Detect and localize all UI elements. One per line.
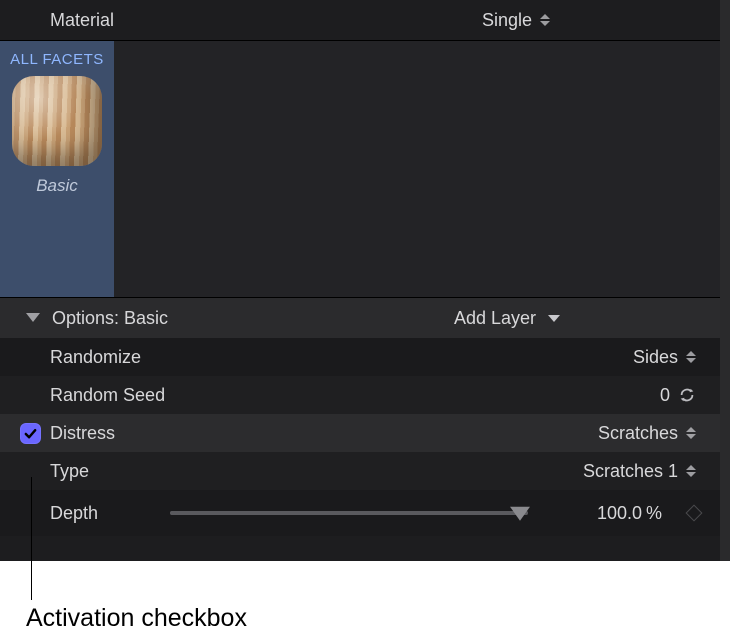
randomize-popup[interactable]: Sides — [550, 347, 710, 368]
add-layer-popup[interactable]: Add Layer — [454, 308, 710, 329]
updown-icon — [686, 463, 696, 479]
facet-tab-title: ALL FACETS — [10, 51, 104, 68]
material-swatch[interactable] — [12, 76, 102, 166]
options-header-row[interactable]: Options: Basic Add Layer — [0, 298, 720, 338]
material-popup[interactable]: Single — [482, 10, 670, 31]
random-seed-field[interactable]: 0 — [550, 385, 710, 406]
distress-activation-checkbox[interactable] — [20, 423, 41, 444]
random-seed-row: Random Seed 0 — [0, 376, 720, 414]
distress-label: Distress — [50, 423, 250, 444]
type-value: Scratches 1 — [583, 461, 678, 482]
disclosure-triangle-icon[interactable] — [26, 313, 40, 322]
slider-fill — [170, 511, 528, 515]
randomize-label: Randomize — [50, 347, 250, 368]
type-label: Type — [50, 461, 250, 482]
material-value: Single — [482, 10, 532, 31]
slider-thumb-icon[interactable] — [510, 507, 530, 521]
depth-value[interactable]: 100.0 — [546, 503, 646, 524]
type-row: Type Scratches 1 — [0, 452, 720, 490]
depth-unit: % — [646, 503, 670, 524]
random-seed-value: 0 — [660, 385, 670, 406]
material-swatch-name: Basic — [36, 176, 78, 196]
material-inspector-panel: Material Single ALL FACETS Basic Options… — [0, 0, 730, 561]
facets-block: ALL FACETS Basic — [0, 40, 720, 298]
distress-row: Distress Scratches — [0, 414, 720, 452]
add-layer-label: Add Layer — [454, 308, 536, 329]
updown-icon — [686, 349, 696, 365]
annotation-text: Activation checkbox — [26, 604, 247, 633]
facet-tab-all[interactable]: ALL FACETS Basic — [0, 41, 114, 297]
distress-value: Scratches — [598, 423, 678, 444]
slider-track — [170, 511, 528, 515]
distress-popup[interactable]: Scratches — [550, 423, 710, 444]
annotation-leader-line — [31, 477, 32, 600]
options-title: Options: Basic — [52, 308, 168, 329]
depth-keyframe[interactable] — [670, 507, 710, 519]
randomize-value: Sides — [633, 347, 678, 368]
type-popup[interactable]: Scratches 1 — [550, 461, 710, 482]
keyframe-diamond-icon — [686, 505, 703, 522]
updown-icon — [686, 425, 696, 441]
material-header-row: Material Single — [0, 0, 720, 40]
depth-row: Depth 100.0 % — [0, 490, 720, 536]
chevron-down-icon — [548, 315, 560, 322]
updown-icon — [540, 12, 550, 28]
refresh-icon[interactable] — [678, 386, 696, 404]
depth-label: Depth — [50, 503, 170, 524]
depth-slider[interactable] — [170, 503, 528, 523]
material-label: Material — [50, 10, 114, 31]
randomize-row: Randomize Sides — [0, 338, 720, 376]
random-seed-label: Random Seed — [50, 385, 250, 406]
